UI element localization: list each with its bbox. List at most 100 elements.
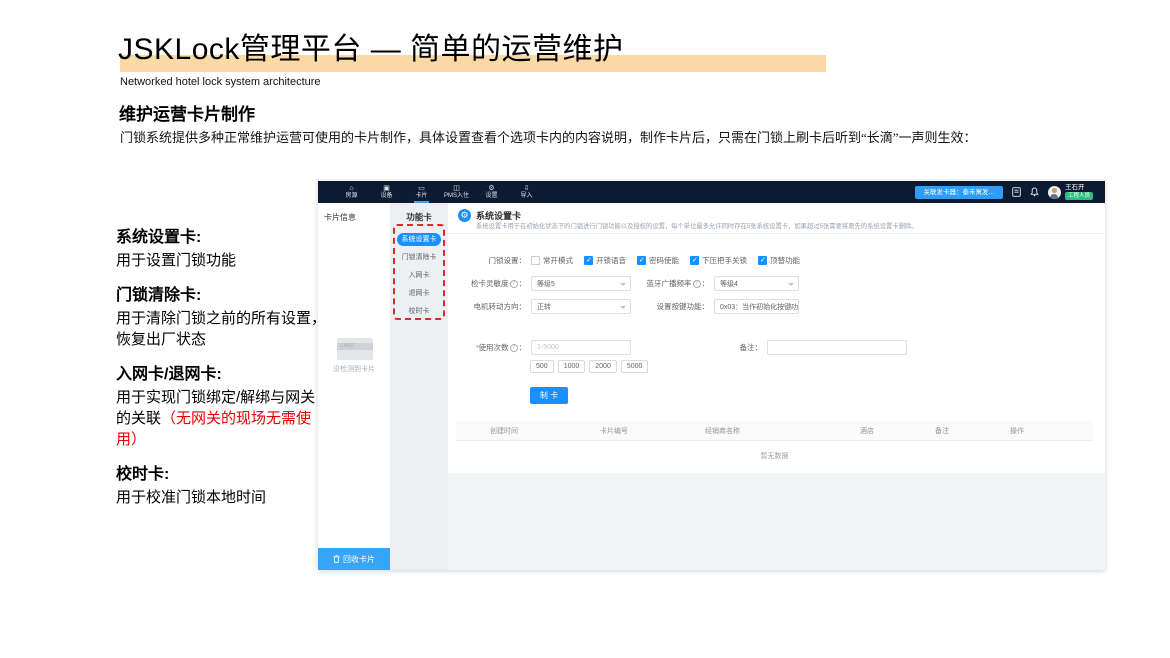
label-colon: ： [702, 278, 710, 289]
home-icon: ⌂ [349, 185, 353, 192]
card-placeholder-image: CARD [337, 338, 373, 360]
note-body: 用于实现门锁绑定/解绑与网关的关联（无网关的现场无需使用） [116, 387, 328, 450]
select-row-2: 电机转动方向： 正转 设置按键功能： 0x03：当作初始化按键功能使… [448, 299, 799, 314]
checkbox-replace-function[interactable] [758, 256, 767, 265]
trash-icon [333, 555, 340, 563]
note-title: 门锁清除卡: [116, 287, 328, 305]
column-actions: 操作 [1010, 426, 1093, 436]
card-word: CARD [340, 343, 354, 350]
message-icon[interactable] [1012, 187, 1021, 197]
menu-item-system-setting-card[interactable]: 系统设置卡 [397, 233, 441, 246]
lock-settings-row: 门锁设置： 常开模式 开锁语音 密码使能 [448, 255, 800, 266]
note-system-card: 系统设置卡: 用于设置门锁功能 [116, 229, 328, 271]
checkbox-group-handle-lock: 下压把手关锁 [690, 255, 747, 266]
header-divider [448, 233, 1105, 234]
card-issuer-button[interactable]: 关联发卡器：泰禾寓发… [915, 186, 1003, 199]
label-text: 检卡灵敏度 [471, 278, 509, 289]
quick-amounts: 500 1000 2000 5000 [530, 360, 648, 373]
note-body: 用于清除门锁之前的所有设置，恢复出厂状态 [116, 308, 328, 350]
nav-right-cluster: 关联发卡器：泰禾寓发… [915, 184, 1093, 200]
nav-item-cards[interactable]: ▭ 卡片 [406, 181, 437, 203]
checkbox-label: 密码使能 [649, 255, 679, 266]
info-icon [510, 344, 518, 352]
lock-settings-label: 门锁设置： [448, 255, 526, 266]
card-icon: ▭ [418, 185, 425, 192]
note-title: 系统设置卡: [116, 229, 328, 247]
label-text: 使用次数 [479, 342, 509, 353]
card-stripe: CARD [337, 343, 373, 350]
note-time-card: 校时卡: 用于校准门锁本地时间 [116, 466, 328, 508]
checkbox-label: 开锁语音 [596, 255, 626, 266]
amount-1000-button[interactable]: 1000 [558, 360, 586, 373]
label-text: 蓝牙广播频率 [647, 278, 692, 289]
usage-count-input[interactable] [531, 340, 631, 355]
building-icon: ◫ [453, 185, 460, 192]
user-menu[interactable]: 王石开 工程人员 [1048, 184, 1093, 200]
nav-item-label: 卡片 [415, 193, 427, 200]
nav-item-label: 设备 [380, 193, 392, 200]
checkbox-group-password-enable: 密码使能 [637, 255, 679, 266]
recycle-card-button[interactable]: 回收卡片 [318, 548, 390, 570]
column-remark: 备注 [935, 426, 1010, 436]
main-panel: ⚙ 系统设置卡 系统设置卡用于在初始化状态下的门锁进行门锁功能以及授权的设置，每… [448, 203, 1105, 570]
menu-item-exit-network-card[interactable]: 退网卡 [397, 287, 441, 300]
menu-item-time-sync-card[interactable]: 校时卡 [397, 305, 441, 318]
user-role-badge: 工程人员 [1065, 192, 1093, 200]
motor-direction-label: 电机转动方向： [448, 301, 526, 312]
device-icon: ▣ [383, 185, 390, 192]
user-name: 王石开 [1065, 184, 1085, 191]
nav-item-label: 房源 [345, 193, 357, 200]
select-row-1: 检卡灵敏度 ： 等级5 蓝牙广播频率 ： 等级4 [448, 276, 799, 291]
amount-5000-button[interactable]: 5000 [621, 360, 649, 373]
key-function-select[interactable]: 0x03：当作初始化按键功能使… [714, 299, 799, 314]
motor-direction-select[interactable]: 正转 [531, 299, 631, 314]
checkbox-password-enable[interactable] [637, 256, 646, 265]
menu-item-join-network-card[interactable]: 入网卡 [397, 269, 441, 282]
bell-icon[interactable] [1030, 187, 1039, 197]
note-clear-card: 门锁清除卡: 用于清除门锁之前的所有设置，恢复出厂状态 [116, 287, 328, 350]
checkbox-unlock-voice[interactable] [584, 256, 593, 265]
avatar [1048, 186, 1061, 199]
remark-label: 备注： [631, 342, 762, 353]
checkbox-handle-lock[interactable] [690, 256, 699, 265]
cards-table: 创建时间 卡片编号 经销商名称 酒店 备注 操作 暂无数据 [456, 421, 1093, 461]
nav-item-label: 导入 [520, 193, 532, 200]
nav-item-import[interactable]: ⇩ 导入 [511, 181, 542, 203]
note-title: 校时卡: [116, 466, 328, 484]
note-body: 用于设置门锁功能 [116, 250, 328, 271]
amount-2000-button[interactable]: 2000 [589, 360, 617, 373]
function-card-menu-title: 功能卡 [390, 203, 448, 223]
checkbox-label: 下压把手关锁 [702, 255, 747, 266]
app-screenshot: ⌂ 房源 ▣ 设备 ▭ 卡片 ◫ PMS入住 ⚙ 设置 [318, 181, 1105, 570]
nav-item-rooms[interactable]: ⌂ 房源 [336, 181, 367, 203]
broadcast-select[interactable]: 等级4 [714, 276, 799, 291]
usage-count-label: 使用次数 ： [448, 342, 526, 353]
select-value: 0x03：当作初始化按键功能使… [720, 302, 799, 312]
no-card-detected-text: 没检测到卡片 [318, 364, 390, 374]
slide: JSKLock管理平台 — 简单的运营维护 Networked hotel lo… [0, 0, 1170, 658]
intro-paragraph: 门锁系统提供多种正常维护运营可使用的卡片制作，具体设置查看个选项卡内的内容说明，… [120, 127, 1135, 146]
card-info-title: 卡片信息 [324, 212, 356, 223]
nav-items: ⌂ 房源 ▣ 设备 ▭ 卡片 ◫ PMS入住 ⚙ 设置 [336, 181, 542, 203]
main-panel-description: 系统设置卡用于在初始化状态下的门锁进行门锁功能以及授权的设置，每个单位最多允许同… [476, 221, 918, 230]
nav-item-settings[interactable]: ⚙ 设置 [476, 181, 507, 203]
make-card-button[interactable]: 制 卡 [530, 387, 568, 404]
menu-item-lock-clear-card[interactable]: 门锁清除卡 [397, 251, 441, 264]
remark-input[interactable] [767, 340, 907, 355]
amount-500-button[interactable]: 500 [530, 360, 554, 373]
checkbox-normally-open[interactable] [531, 256, 540, 265]
note-network-card: 入网卡/退网卡: 用于实现门锁绑定/解绑与网关的关联（无网关的现场无需使用） [116, 366, 328, 450]
cards-table-header: 创建时间 卡片编号 经销商名称 酒店 备注 操作 [456, 421, 1093, 441]
nav-item-pms-checkin[interactable]: ◫ PMS入住 [441, 181, 472, 203]
checkbox-group-unlock-voice: 开锁语音 [584, 255, 626, 266]
user-meta: 王石开 工程人员 [1065, 184, 1093, 200]
label-colon: ： [519, 278, 527, 289]
column-hotel: 酒店 [860, 426, 935, 436]
table-empty-state: 暂无数据 [456, 451, 1093, 461]
nav-item-devices[interactable]: ▣ 设备 [371, 181, 402, 203]
select-value: 正转 [537, 302, 551, 312]
sensitivity-select[interactable]: 等级5 [531, 276, 631, 291]
checkbox-group-normally-open: 常开模式 [531, 255, 573, 266]
note-title: 入网卡/退网卡: [116, 366, 328, 384]
top-navbar: ⌂ 房源 ▣ 设备 ▭ 卡片 ◫ PMS入住 ⚙ 设置 [318, 181, 1105, 203]
